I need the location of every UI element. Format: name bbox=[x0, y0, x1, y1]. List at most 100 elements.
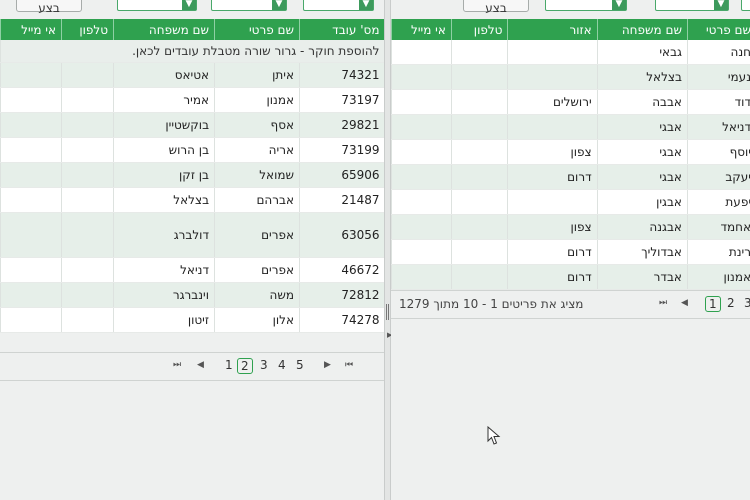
table-row[interactable]: יפעת אבגין bbox=[391, 189, 750, 215]
cell-first-name: דניאל bbox=[686, 114, 750, 140]
cell-email bbox=[391, 264, 452, 290]
cell-phone bbox=[61, 212, 114, 258]
cell-phone bbox=[450, 164, 508, 190]
cell-employee-id: 46672 bbox=[299, 257, 384, 283]
page-link-4[interactable]: 4 bbox=[278, 358, 286, 372]
table-row[interactable]: דניאל אבגי bbox=[391, 114, 750, 140]
table-row[interactable]: 72812 משה וינברגר bbox=[0, 282, 384, 308]
column-header-phone[interactable]: טלפון bbox=[61, 19, 114, 40]
cell-phone bbox=[450, 264, 508, 290]
cell-email bbox=[391, 139, 452, 165]
cell-phone bbox=[450, 64, 508, 90]
filter-select-right-2[interactable]: ▼ bbox=[655, 0, 729, 11]
cell-first-name: אפרים bbox=[214, 257, 300, 283]
cell-last-name: בצלאל bbox=[113, 187, 215, 213]
column-header-first-name[interactable]: שם פרטי bbox=[214, 19, 300, 40]
right-pager: מציג את פריטים 1 - 10 מתוך 1279 ⏭ ◀ 1 2 … bbox=[391, 290, 750, 319]
cell-phone bbox=[450, 114, 508, 140]
table-row[interactable]: 21487 אברהם בצלאל bbox=[0, 187, 384, 213]
filter-select-right-1[interactable]: ▼ bbox=[545, 0, 627, 11]
column-header-last-name[interactable]: שם משפחה bbox=[113, 19, 215, 40]
table-row[interactable]: 65906 שמואל בן זקן bbox=[0, 162, 384, 188]
cell-employee-id: 73197 bbox=[299, 87, 384, 113]
column-header-phone[interactable]: טלפון bbox=[450, 19, 508, 40]
execute-button-right[interactable]: בצע bbox=[463, 0, 529, 15]
cell-email bbox=[0, 87, 62, 113]
cell-region: דרום bbox=[507, 239, 598, 265]
cell-phone bbox=[61, 112, 114, 138]
column-header-email[interactable]: אי מייל bbox=[391, 19, 452, 40]
column-header-first-name[interactable]: שם פרטי bbox=[686, 19, 750, 40]
cell-region: דרום bbox=[507, 264, 598, 290]
page-link-3[interactable]: 3 bbox=[744, 296, 750, 310]
page-link-1[interactable]: 1 bbox=[225, 358, 233, 372]
table-row[interactable]: אמנון אבדר דרום bbox=[391, 264, 750, 290]
table-row[interactable]: רינת אבדוליך דרום bbox=[391, 239, 750, 265]
table-row[interactable]: 46672 אפרים דניאל bbox=[0, 257, 384, 283]
table-row[interactable]: יעקב אבגי דרום bbox=[391, 164, 750, 190]
splitter-grip-icon[interactable] bbox=[386, 304, 389, 320]
panel-splitter[interactable]: ▶ bbox=[384, 0, 392, 500]
table-row[interactable]: יוסף אבגי צפון bbox=[391, 139, 750, 165]
column-header-email[interactable]: אי מייל bbox=[0, 19, 62, 40]
left-toolbar: בצע ▼ ▼ ▼ bbox=[0, 0, 384, 20]
cell-email bbox=[0, 112, 62, 138]
cell-phone bbox=[61, 257, 114, 283]
next-page-icon[interactable]: ◀ bbox=[197, 360, 204, 370]
previous-page-icon[interactable]: ▶ bbox=[324, 360, 331, 370]
cell-first-name: אריה bbox=[214, 137, 300, 163]
last-page-icon[interactable]: ⏭ bbox=[659, 298, 667, 308]
cell-region: דרום bbox=[507, 164, 598, 190]
execute-button-left[interactable]: בצע bbox=[16, 0, 82, 15]
cell-last-name: אבבה bbox=[596, 89, 688, 115]
cell-first-name: משה bbox=[214, 282, 300, 308]
right-toolbar: בצע ▼ ▼ ▼ bbox=[391, 0, 750, 20]
cell-last-name: אטיאס bbox=[113, 62, 215, 88]
table-row[interactable]: 73197 אמנון אמיר bbox=[0, 87, 384, 113]
cell-first-name: אחמד bbox=[686, 214, 750, 240]
table-row[interactable]: 63056 אפרים דולברג bbox=[0, 212, 384, 258]
column-header-employee-id[interactable]: מס' עובד bbox=[299, 19, 384, 40]
cell-first-name: שמואל bbox=[214, 162, 300, 188]
table-row[interactable]: 74321 איתן אטיאס bbox=[0, 62, 384, 88]
column-header-last-name[interactable]: שם משפחה bbox=[596, 19, 688, 40]
filter-select-right-3[interactable]: ▼ bbox=[741, 0, 750, 11]
table-row[interactable]: 73199 אריה בן הרוש bbox=[0, 137, 384, 163]
cell-last-name: אבגי bbox=[596, 164, 688, 190]
filter-select-left-1[interactable]: ▼ bbox=[117, 0, 197, 11]
page-link-5[interactable]: 5 bbox=[296, 358, 304, 372]
filter-select-left-2[interactable]: ▼ bbox=[211, 0, 287, 11]
table-row[interactable]: נעמי בצלאל bbox=[391, 64, 750, 90]
cell-last-name: אבגי bbox=[596, 139, 688, 165]
table-row[interactable]: חנה גבאי bbox=[391, 40, 750, 65]
column-header-region[interactable]: אזור bbox=[507, 19, 598, 40]
cell-first-name: אברהם bbox=[214, 187, 300, 213]
cell-phone bbox=[61, 282, 114, 308]
page-link-3[interactable]: 3 bbox=[260, 358, 268, 372]
chevron-down-icon: ▼ bbox=[359, 0, 373, 10]
cell-first-name: דוד bbox=[686, 89, 750, 115]
next-page-icon[interactable]: ◀ bbox=[681, 298, 688, 308]
chevron-down-icon: ▼ bbox=[714, 0, 728, 10]
page-link-2[interactable]: 2 bbox=[727, 296, 735, 310]
cell-email bbox=[0, 212, 62, 258]
table-row[interactable]: 29821 אסף בוקשטיין bbox=[0, 112, 384, 138]
last-page-icon[interactable]: ⏭ bbox=[173, 360, 181, 370]
filter-select-left-3[interactable]: ▼ bbox=[303, 0, 374, 11]
cell-phone bbox=[61, 137, 114, 163]
cell-email bbox=[0, 282, 62, 308]
page-link-2-current[interactable]: 2 bbox=[237, 358, 253, 374]
cell-first-name: יעקב bbox=[686, 164, 750, 190]
left-pager: ⏭ ◀ 1 2 3 4 5 ▶ ⏮ bbox=[0, 352, 384, 381]
table-row[interactable]: דוד אבבה ירושלים bbox=[391, 89, 750, 115]
cell-last-name: גבאי bbox=[596, 40, 688, 65]
cell-last-name: בצלאל bbox=[596, 64, 688, 90]
table-row[interactable]: 74278 אלון זיטון bbox=[0, 307, 384, 333]
cell-email bbox=[0, 257, 62, 283]
cell-last-name: אבגנה bbox=[596, 214, 688, 240]
grid-header-row: מס' עובד שם פרטי שם משפחה טלפון אי מייל bbox=[0, 19, 384, 40]
table-row[interactable]: אחמד אבגנה צפון bbox=[391, 214, 750, 240]
cell-employee-id: 72812 bbox=[299, 282, 384, 308]
page-link-1-current[interactable]: 1 bbox=[705, 296, 721, 312]
first-page-icon[interactable]: ⏮ bbox=[345, 360, 353, 370]
